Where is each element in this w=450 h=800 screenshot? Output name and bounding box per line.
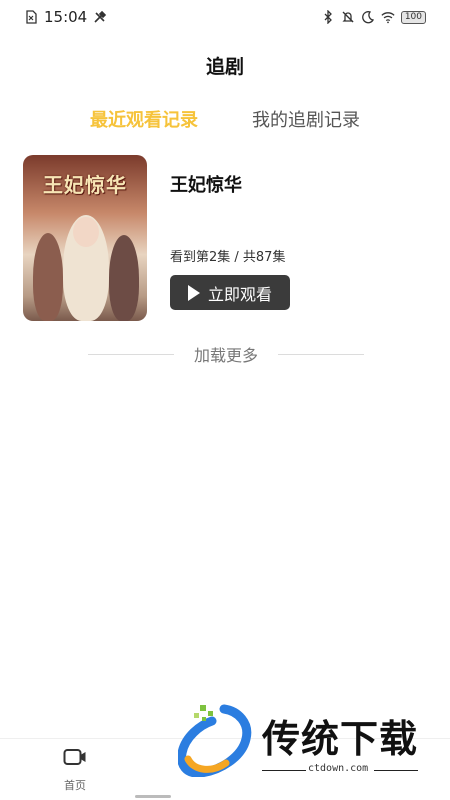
video-camera-icon xyxy=(63,747,87,771)
watermark-text: 传统下载 xyxy=(262,717,419,761)
watch-progress: 看到第2集 / 共87集 xyxy=(170,250,286,265)
mute-icon xyxy=(341,10,355,24)
drama-poster[interactable]: 王妃惊华 xyxy=(23,155,147,321)
divider-right xyxy=(277,353,364,355)
watermark: 传统下载 ctdown.com xyxy=(178,703,428,779)
status-bar: 15:04 100 xyxy=(0,0,450,34)
status-time: 15:04 xyxy=(44,8,88,26)
watermark-logo-icon xyxy=(178,704,252,777)
divider-left xyxy=(88,353,174,355)
sim-off-icon xyxy=(24,10,38,24)
watermark-line-right xyxy=(374,770,418,771)
screen: 15:04 100 追剧 最近观看记录 我的追剧记录 王妃惊华 王妃惊华 看到第… xyxy=(0,0,450,800)
poster-figure-right xyxy=(109,235,139,321)
record-info: 王妃惊华 看到第2集 / 共87集 立即观看 xyxy=(170,155,427,321)
battery-indicator: 100 xyxy=(400,10,426,24)
poster-face xyxy=(73,217,99,247)
poster-title: 王妃惊华 xyxy=(43,173,127,197)
watermark-line-left xyxy=(262,770,306,771)
status-right: 100 xyxy=(321,10,426,24)
load-more-row: 加载更多 xyxy=(88,342,364,366)
load-more-button[interactable]: 加载更多 xyxy=(194,342,258,366)
tab-my-follows[interactable]: 我的追剧记录 xyxy=(252,106,360,132)
watch-now-button[interactable]: 立即观看 xyxy=(170,275,290,310)
tab-recent-history[interactable]: 最近观看记录 xyxy=(90,106,198,132)
watermark-url: ctdown.com xyxy=(308,763,369,774)
page-title: 追剧 xyxy=(205,56,244,78)
home-indicator xyxy=(135,795,171,798)
drama-title: 王妃惊华 xyxy=(170,175,242,196)
nav-home-label: 首页 xyxy=(64,779,86,792)
status-left: 15:04 xyxy=(24,8,107,26)
bluetooth-icon xyxy=(321,10,335,24)
dnd-moon-icon xyxy=(361,10,375,24)
history-record[interactable]: 王妃惊华 王妃惊华 看到第2集 / 共87集 立即观看 xyxy=(23,155,427,321)
poster-figure-left xyxy=(33,233,63,321)
nav-item-home[interactable]: 首页 xyxy=(50,747,100,793)
watch-now-label: 立即观看 xyxy=(207,284,272,304)
tab-bar: 最近观看记录 我的追剧记录 xyxy=(0,106,450,132)
play-icon xyxy=(187,284,200,301)
tools-icon xyxy=(93,10,107,24)
wifi-icon xyxy=(381,10,395,24)
